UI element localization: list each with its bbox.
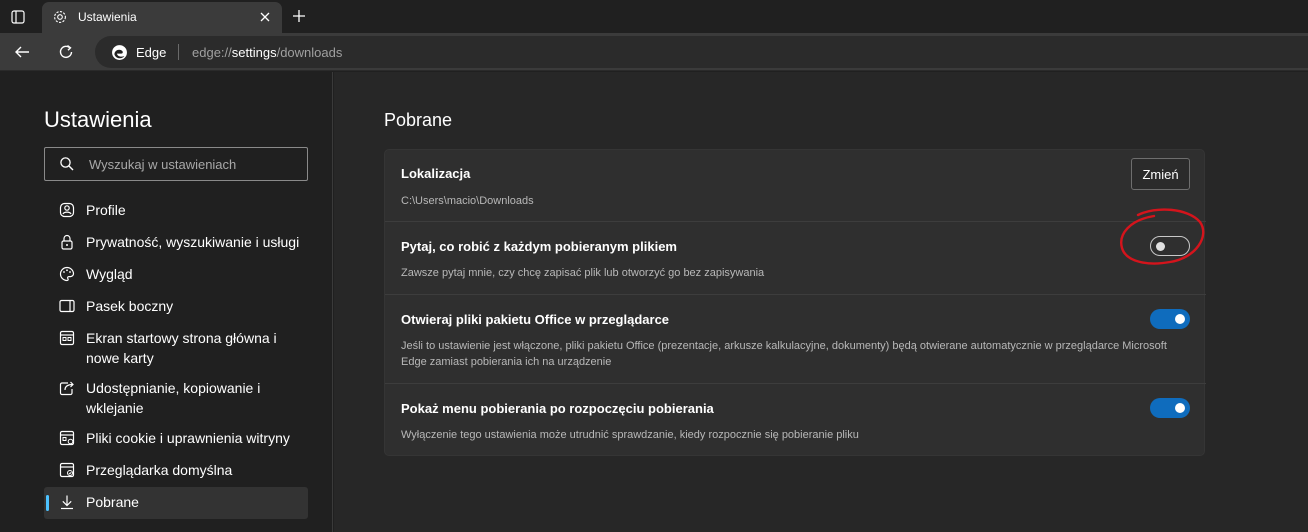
plus-icon xyxy=(293,10,305,22)
ask-row: Pytaj, co robić z każdym pobieranym plik… xyxy=(385,222,1206,295)
search-box xyxy=(44,147,308,181)
sidebar-item-label: Pobrane xyxy=(86,494,139,510)
ask-title: Pytaj, co robić z każdym pobieranym plik… xyxy=(401,239,677,254)
gear-icon xyxy=(54,11,66,23)
address-brand: Edge xyxy=(136,45,167,60)
edge-logo-icon xyxy=(112,45,127,60)
sidebar-item-label: Ekran startowy strona główna i nowe kart… xyxy=(86,330,277,366)
address-divider xyxy=(178,44,179,60)
lock-icon xyxy=(61,234,73,250)
sidebar-item-label: Wygląd xyxy=(86,266,133,282)
sidebar-item-cookies[interactable]: Pliki cookie i uprawnienia witryny xyxy=(44,423,308,455)
sidebar-item-label: Pasek boczny xyxy=(86,298,174,314)
tab-title: Ustawienia xyxy=(78,10,137,24)
sidebar-item-label: Pliki cookie i uprawnienia witryny xyxy=(86,430,290,446)
sidebar-item-share[interactable]: Udostępnianie, kopiowanie i wklejanie xyxy=(44,373,308,423)
sidebar-item-label: Prywatność, wyszukiwanie i usługi xyxy=(86,234,300,250)
sidebar-item-label: Profile xyxy=(86,202,126,218)
refresh-button[interactable] xyxy=(53,39,79,65)
settings-sidebar: Ustawienia Profile Prywatność, wyszukiwa… xyxy=(0,72,333,532)
office-toggle[interactable] xyxy=(1150,309,1190,329)
sidebar-item-default-browser[interactable]: Przeglądarka domyślna xyxy=(44,455,308,487)
sidebar-item-appearance[interactable]: Wygląd xyxy=(44,259,308,291)
toolbar: Edge edge://settings/downloads xyxy=(0,33,1308,71)
location-path: C:\Users\macio\Downloads xyxy=(401,195,534,207)
share-icon xyxy=(59,381,74,396)
url-path: /downloads xyxy=(276,45,343,60)
cookie-icon xyxy=(59,430,75,446)
office-title: Otwieraj pliki pakietu Office w przegląd… xyxy=(401,312,670,327)
location-title: Lokalizacja xyxy=(401,166,471,181)
menu-row: Pokaż menu pobierania po rozpoczęciu pob… xyxy=(385,384,1206,456)
ask-toggle[interactable] xyxy=(1150,236,1190,256)
sidebar-item-privacy[interactable]: Prywatność, wyszukiwanie i usługi xyxy=(44,227,308,259)
office-row: Otwieraj pliki pakietu Office w przegląd… xyxy=(385,295,1206,384)
sidebar-nav: Profile Prywatność, wyszukiwanie i usług… xyxy=(44,195,308,519)
search-input[interactable] xyxy=(89,155,299,173)
sidebar-title: Ustawienia xyxy=(44,107,152,132)
home-icon xyxy=(59,330,75,346)
profile-icon xyxy=(59,202,75,218)
tab-settings[interactable]: Ustawienia xyxy=(42,2,282,33)
menu-toggle[interactable] xyxy=(1150,398,1190,418)
sidebar-item-label: Udostępnianie, kopiowanie i wklejanie xyxy=(86,380,261,416)
sidebar-item-profile[interactable]: Profile xyxy=(44,195,308,227)
tab-actions-button[interactable] xyxy=(0,0,36,33)
tab-actions-icon xyxy=(11,9,25,24)
menu-title: Pokaż menu pobierania po rozpoczęciu pob… xyxy=(401,401,714,416)
sidebar-item-start-page[interactable]: Ekran startowy strona główna i nowe kart… xyxy=(44,323,308,373)
ask-description: Zawsze pytaj mnie, czy chcę zapisać plik… xyxy=(401,267,765,279)
url-scheme: edge:// xyxy=(192,45,232,60)
sidebar-icon xyxy=(59,299,75,313)
browser-icon xyxy=(59,462,75,478)
menu-description: Wyłączenie tego ustawienia może utrudnić… xyxy=(401,429,859,441)
address-url: edge://settings/downloads xyxy=(192,45,342,60)
sidebar-item-label: Przeglądarka domyślna xyxy=(86,462,233,478)
back-button[interactable] xyxy=(9,39,35,65)
change-location-button[interactable]: Zmień xyxy=(1131,158,1190,190)
tab-bar: Ustawienia xyxy=(0,0,1308,33)
address-bar[interactable]: Edge edge://settings/downloads xyxy=(95,36,1308,68)
downloads-settings-card: Lokalizacja C:\Users\macio\Downloads Zmi… xyxy=(384,149,1206,456)
download-icon xyxy=(61,495,73,510)
location-row: Lokalizacja C:\Users\macio\Downloads Zmi… xyxy=(385,150,1206,222)
palette-icon xyxy=(59,266,75,282)
sidebar-item-sidebar[interactable]: Pasek boczny xyxy=(44,291,308,323)
url-host: settings xyxy=(231,45,277,60)
back-arrow-icon xyxy=(15,46,29,58)
office-description: Jeśli to ustawienie jest włączone, pliki… xyxy=(401,340,1167,368)
new-tab-button[interactable] xyxy=(288,5,310,27)
sidebar-item-downloads[interactable]: Pobrane xyxy=(44,487,308,519)
settings-content: Pobrane Lokalizacja C:\Users\macio\Downl… xyxy=(334,72,1308,532)
close-icon[interactable] xyxy=(258,10,272,24)
refresh-icon xyxy=(59,44,73,58)
page-title: Pobrane xyxy=(384,110,453,130)
search-icon xyxy=(60,157,74,171)
